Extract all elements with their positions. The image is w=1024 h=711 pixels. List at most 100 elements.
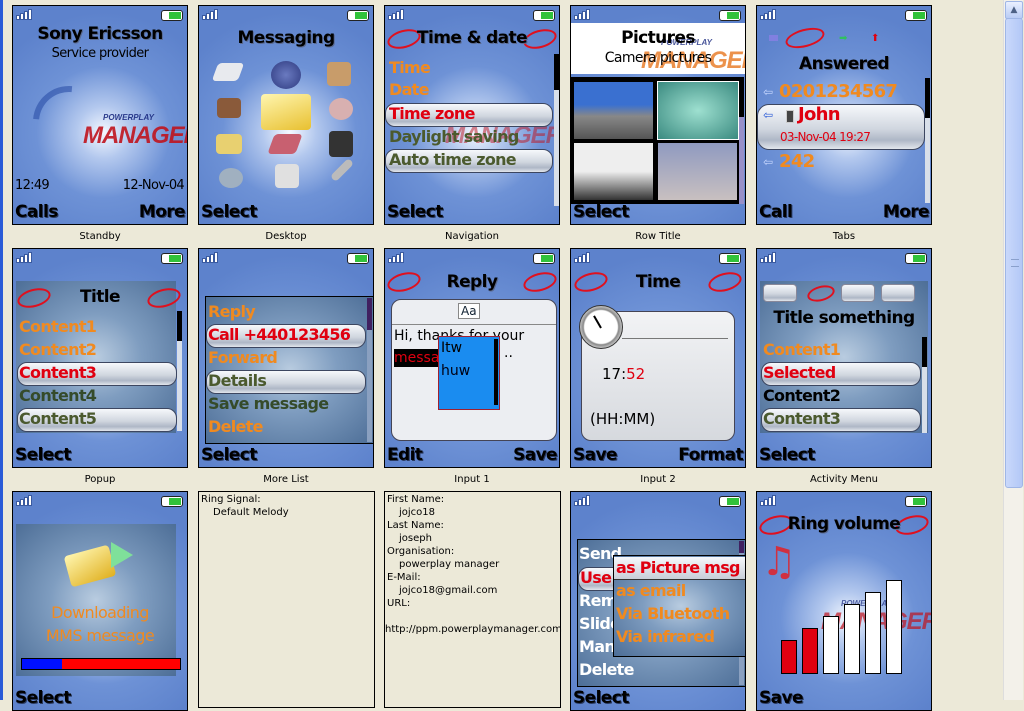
more-list-item-forward[interactable]: Forward: [208, 348, 278, 368]
more-list-item-delete[interactable]: Delete: [208, 417, 263, 437]
popup-item[interactable]: Content4: [19, 386, 97, 406]
scrollbar[interactable]: [177, 311, 182, 431]
menu-item-date[interactable]: Date: [389, 80, 429, 100]
softkey-select[interactable]: Select: [15, 687, 71, 709]
phone-desktop[interactable]: Messaging Select: [198, 5, 374, 225]
music-icon[interactable]: [329, 98, 353, 120]
thumbnail-dome-selected[interactable]: [657, 81, 739, 140]
scroll-up-button[interactable]: ▲: [1005, 1, 1023, 19]
popup-item[interactable]: Content5: [17, 408, 177, 432]
phone-ring-volume[interactable]: Ring volume ♫ POWERPLAYMANAGER Save: [756, 491, 932, 711]
word-suggestion-list[interactable]: Itw huw: [438, 336, 500, 410]
call-entry-selected[interactable]: ⇦ John 03-Nov-04 19:27: [757, 104, 925, 150]
tab-all-calls-icon[interactable]: [769, 35, 778, 41]
email-value[interactable]: jojco18@gmail.com: [399, 584, 497, 597]
suggestion-item-selected[interactable]: Itw: [441, 339, 462, 357]
popup-item-selected[interactable]: Content3: [17, 362, 177, 386]
text-editor[interactable]: Aa Hi, thanks for your messa .. Itw huw: [391, 299, 557, 441]
activity-item[interactable]: Content3: [761, 408, 921, 432]
softkey-more[interactable]: More: [883, 201, 930, 223]
softkey-save[interactable]: Save: [513, 444, 558, 466]
tab-answered-icon[interactable]: [783, 24, 827, 52]
calendar-icon[interactable]: [275, 164, 299, 188]
connectivity-icon[interactable]: [219, 168, 243, 188]
notes-icon[interactable]: [211, 63, 245, 81]
url-value[interactable]: http://ppm.powerplaymanager.com: [385, 623, 562, 636]
thumbnail-ice-rink[interactable]: [574, 143, 653, 200]
softkey-select[interactable]: Select: [201, 444, 257, 466]
menu-item-time[interactable]: Time: [389, 58, 431, 78]
softkey-calls[interactable]: Calls: [15, 201, 58, 223]
softkey-select[interactable]: Select: [759, 444, 815, 466]
submenu-item[interactable]: as email: [616, 581, 686, 601]
tab-dialled-icon[interactable]: ➡: [839, 33, 847, 44]
camera-icon[interactable]: [217, 98, 241, 118]
menu-item-delete[interactable]: Delete: [579, 660, 634, 680]
softkey-select[interactable]: Select: [15, 444, 71, 466]
phone-popup[interactable]: Title Content1 Content2 Content3 Content…: [12, 248, 188, 468]
activity-tab[interactable]: [763, 284, 797, 302]
scroll-thumb[interactable]: [1005, 18, 1023, 488]
thumbnail-night-sky[interactable]: [658, 143, 737, 200]
internet-icon[interactable]: [271, 61, 301, 89]
activity-tab[interactable]: [881, 284, 915, 302]
softkey-save[interactable]: Save: [573, 444, 618, 466]
scrollbar[interactable]: [367, 298, 372, 442]
vertical-scrollbar[interactable]: ▲: [1003, 0, 1023, 700]
folder-icon[interactable]: [216, 134, 242, 154]
more-list-item-call-selected[interactable]: Call +440123456: [206, 324, 366, 348]
organizer-icon[interactable]: [267, 134, 303, 154]
suggestion-item[interactable]: huw: [441, 362, 470, 380]
softkey-format[interactable]: Format: [678, 444, 743, 466]
phone-input-1[interactable]: Reply Aa Hi, thanks for your messa .. It…: [384, 248, 560, 468]
thumbnail-street[interactable]: [574, 82, 653, 139]
softkey-select[interactable]: Select: [573, 687, 629, 709]
submenu-item[interactable]: Via Bluetooth: [616, 604, 730, 624]
input-mode-indicator[interactable]: Aa: [458, 303, 480, 319]
more-list-item-details[interactable]: Details: [206, 370, 366, 394]
call-entry[interactable]: 0201234567: [779, 82, 898, 102]
activity-tab[interactable]: [841, 284, 875, 302]
phone-row-title[interactable]: POWERPLAYMANAGER Pictures Camera picture…: [570, 5, 746, 225]
menu-item-daylight-saving[interactable]: Daylight saving: [389, 127, 519, 147]
activity-item-selected[interactable]: Selected: [761, 362, 921, 386]
messaging-icon[interactable]: [261, 94, 311, 130]
scrollbar[interactable]: [739, 77, 744, 204]
softkey-more[interactable]: More: [139, 201, 186, 223]
scrollbar[interactable]: [925, 78, 930, 203]
phone-activity-menu[interactable]: Title something Content1 Selected Conten…: [756, 248, 932, 468]
popup-item[interactable]: Content1: [19, 317, 97, 337]
submenu-item-selected[interactable]: as Picture msg: [614, 557, 745, 580]
phone-standby[interactable]: Sony Ericsson Service provider POWERPLAY…: [12, 5, 188, 225]
menu-item-time-zone-selected[interactable]: Time zone: [385, 103, 553, 127]
media-icon[interactable]: [327, 62, 351, 86]
more-list-item-save-message[interactable]: Save message: [208, 394, 329, 414]
suggestion-scrollbar[interactable]: [494, 339, 498, 405]
settings-icon[interactable]: [329, 157, 355, 183]
scrollbar[interactable]: [554, 54, 559, 206]
softkey-save[interactable]: Save: [759, 687, 804, 709]
menu-item-auto-time-zone[interactable]: Auto time zone: [385, 149, 553, 173]
softkey-select[interactable]: Select: [573, 201, 629, 223]
call-entry[interactable]: 242: [779, 152, 815, 172]
more-list-item-reply[interactable]: Reply: [208, 302, 256, 322]
phone-tabs[interactable]: ➡ ⬆ Answered ⇦ 0201234567 ⇦ John 03-Nov-…: [756, 5, 932, 225]
submenu-item[interactable]: Via infrared: [616, 627, 715, 647]
scrollbar[interactable]: [922, 337, 927, 433]
phone-downloading[interactable]: Downloading MMS message Select: [12, 491, 188, 711]
softkey-call[interactable]: Call: [759, 201, 793, 223]
softkey-select[interactable]: Select: [387, 201, 443, 223]
softkey-select[interactable]: Select: [201, 201, 257, 223]
tab-missed-icon[interactable]: ⬆: [871, 33, 879, 44]
phone-more-list-submenu[interactable]: Send Use Rem Slide Many Delete as Pictur…: [570, 491, 746, 711]
phone-more-list[interactable]: Reply Call +440123456 Forward Details Sa…: [198, 248, 374, 468]
menu-item-remove[interactable]: Rem: [579, 591, 617, 611]
phone-navigation[interactable]: Time & date POWERPLAYMANAGER Time Date T…: [384, 5, 560, 225]
time-value[interactable]: 17:52: [602, 365, 645, 383]
popup-item[interactable]: Content2: [19, 340, 97, 360]
softkey-edit[interactable]: Edit: [387, 444, 423, 466]
activity-item[interactable]: Content1: [763, 340, 841, 360]
activity-item[interactable]: Content2: [763, 386, 841, 406]
radio-icon[interactable]: [329, 131, 353, 157]
phone-input-2[interactable]: Time 17:52 (HH:MM) Save Format: [570, 248, 746, 468]
